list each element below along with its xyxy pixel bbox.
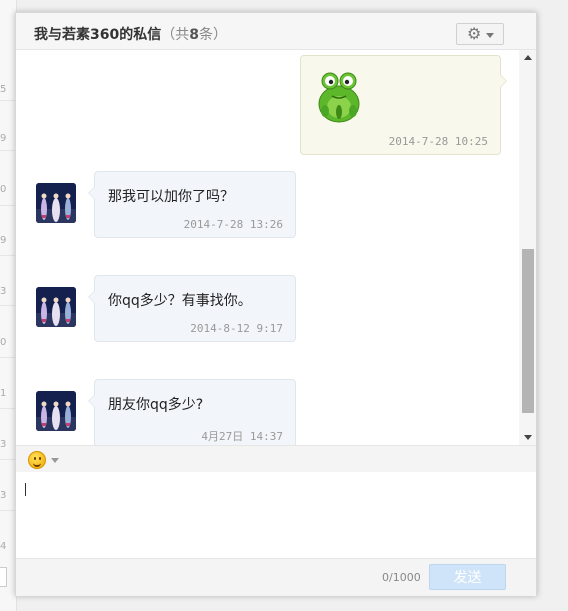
scroll-up-arrow-icon[interactable] [524, 55, 532, 60]
composer-toolbar [16, 445, 536, 473]
message-count-prefix: （共 [161, 27, 190, 43]
gear-icon: ⚙ [467, 24, 482, 43]
background-divider [0, 459, 16, 460]
message-list[interactable]: 2014-7-28 10:25 那我可以加你了吗？ 2014-7-28 13:2… [16, 50, 519, 445]
message-timestamp: 2014-8-12 9:17 [190, 322, 283, 335]
message-text: 你qq多少？有事找你。 [108, 293, 252, 309]
message-bubble-mine: 2014-7-28 10:25 [300, 55, 507, 155]
background-divider [0, 357, 16, 358]
background-digit: 1 [0, 388, 6, 399]
background-digit: 4 [0, 541, 6, 552]
background-input-box [0, 567, 7, 587]
background-digit: 9 [0, 133, 6, 144]
avatar[interactable] [36, 183, 76, 223]
smiley-mouth [33, 461, 41, 467]
text-cursor [25, 483, 26, 496]
message-text: 朋友你qq多少? [108, 397, 204, 413]
background-digit: 3 [0, 490, 6, 501]
avatar-image [36, 287, 76, 327]
background-digit: 3 [0, 286, 6, 297]
message-timestamp: 2014-7-28 10:25 [388, 135, 488, 148]
character-counter: 0/1000 [382, 571, 421, 584]
message-list-scrollbar[interactable] [519, 50, 536, 445]
message-bubble-other: 那我可以加你了吗？ 2014-7-28 13:26 [88, 171, 296, 238]
composer-footer: 0/1000 发送 [16, 558, 536, 596]
settings-dropdown-button[interactable]: ⚙ [456, 23, 504, 45]
scroll-down-arrow-icon[interactable] [524, 435, 532, 440]
dialog-title: 我与若素360的私信（共8条） [34, 24, 227, 44]
background-digit: 5 [0, 84, 6, 95]
message-bubble-other: 你qq多少？有事找你。 2014-8-12 9:17 [88, 275, 296, 342]
message-count-suffix: 条） [198, 27, 227, 43]
message-input[interactable] [24, 480, 528, 554]
background-divider [0, 100, 16, 101]
send-button[interactable]: 发送 [429, 564, 506, 590]
background-divider [0, 305, 16, 306]
background-digit: 9 [0, 235, 6, 246]
smiley-eye [39, 457, 41, 460]
avatar[interactable] [36, 287, 76, 327]
background-digit: 3 [0, 439, 6, 450]
chevron-down-icon [486, 33, 494, 38]
scrollbar-thumb[interactable] [522, 249, 534, 413]
smiley-icon[interactable] [28, 451, 46, 469]
avatar-image [36, 183, 76, 223]
green-frog-sticker [318, 72, 360, 123]
private-message-dialog: 我与若素360的私信（共8条） ⚙ 2014-7-28 10:25 那我可以加你… [15, 12, 537, 596]
message-count-number: 8 [189, 27, 199, 43]
avatar[interactable] [36, 391, 76, 431]
message-timestamp: 2014-7-28 13:26 [183, 218, 283, 231]
bubble-pointer [88, 290, 95, 304]
background-divider [0, 255, 16, 256]
dialog-header: 我与若素360的私信（共8条） ⚙ [16, 13, 536, 50]
emoji-dropdown-caret-icon[interactable] [51, 458, 59, 463]
background-divider [0, 510, 16, 511]
background-divider [0, 205, 16, 206]
background-digit: 0 [0, 184, 6, 195]
message-input-area [16, 472, 536, 558]
bubble-pointer [88, 186, 95, 200]
message-count: （共8条） [161, 27, 227, 43]
message-timestamp: 4月27日 14:37 [201, 430, 283, 443]
background-divider [0, 408, 16, 409]
dialog-title-main: 我与若素360的私信 [34, 27, 162, 43]
avatar-image [36, 391, 76, 431]
smiley-eye [34, 457, 36, 460]
bubble-pointer [500, 74, 507, 88]
message-bubble-other: 朋友你qq多少? 4月27日 14:37 [88, 379, 296, 445]
background-divider [0, 150, 16, 151]
background-digit: 0 [0, 337, 6, 348]
bubble-pointer [88, 394, 95, 408]
message-text: 那我可以加你了吗？ [108, 189, 234, 205]
